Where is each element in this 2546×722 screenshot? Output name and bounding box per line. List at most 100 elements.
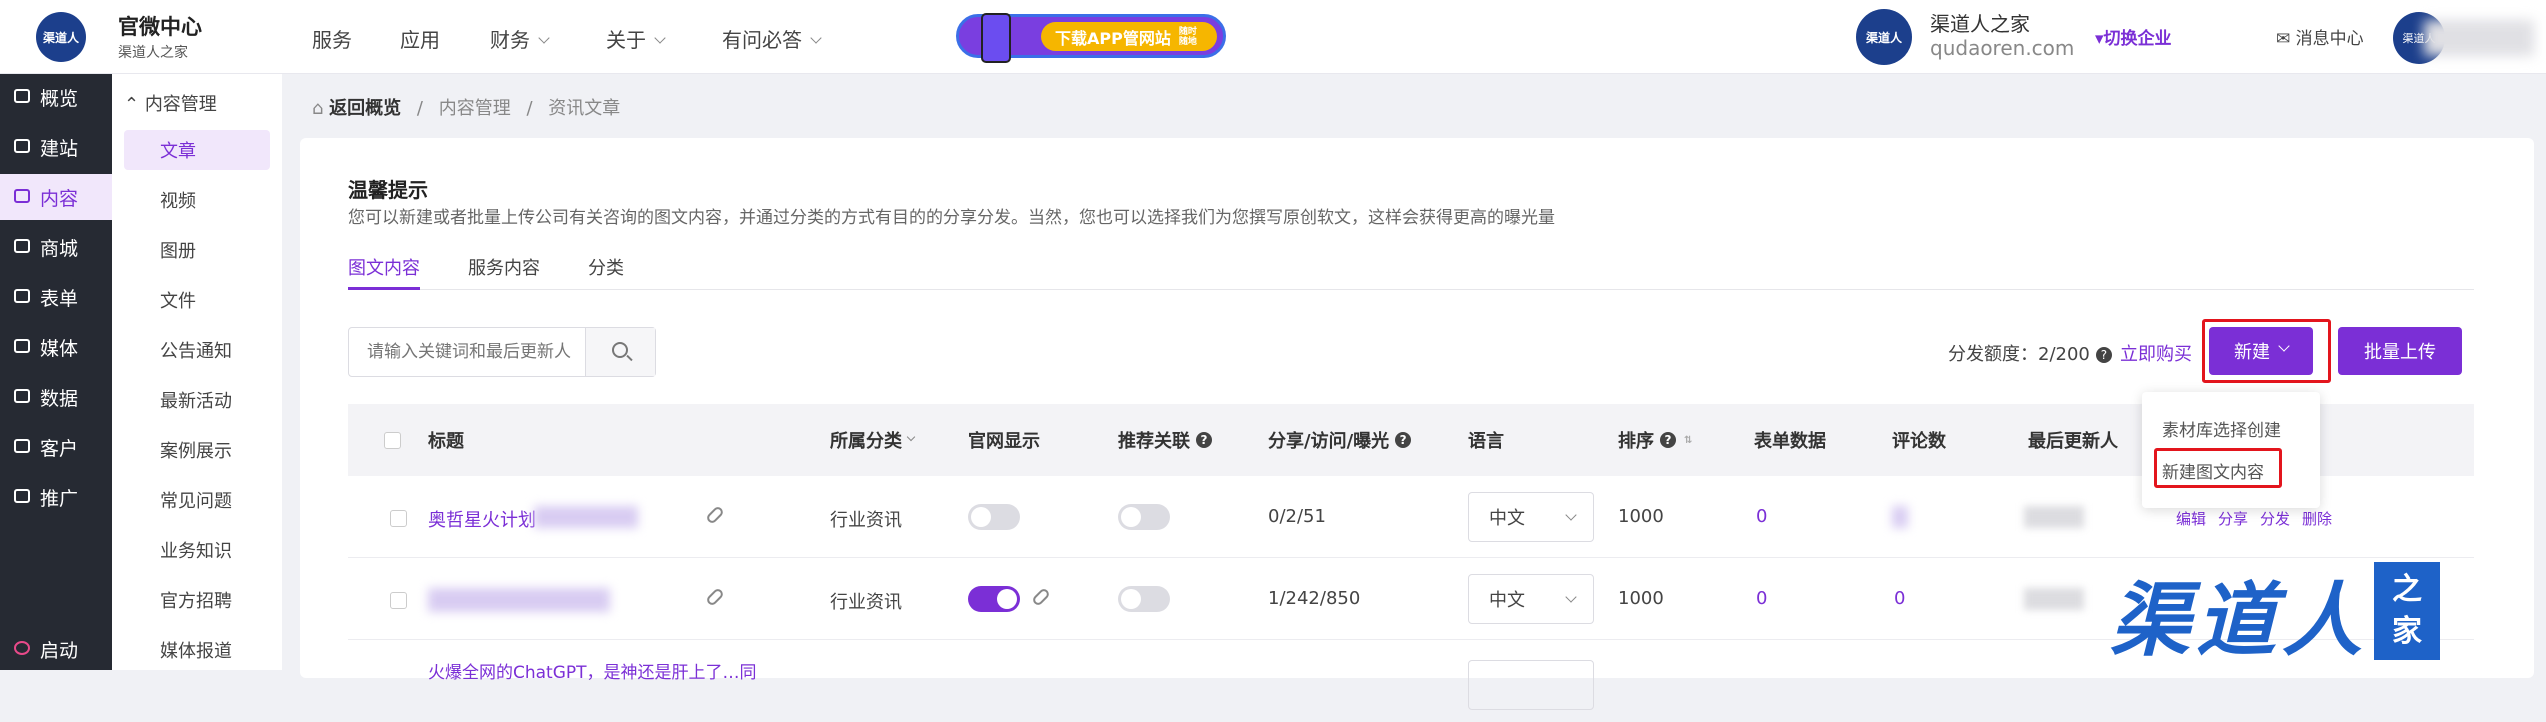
launch-button[interactable]: 启动: [0, 626, 112, 672]
row-checkbox[interactable]: [390, 592, 407, 609]
subnav-item-cases[interactable]: 案例展示: [124, 430, 270, 470]
watermark-text: 渠道人: [2110, 574, 2368, 667]
recommend-toggle[interactable]: [1118, 586, 1170, 612]
sidebar-item-overview[interactable]: 概览: [0, 74, 112, 120]
sidebar-item-shop[interactable]: 商城: [0, 224, 112, 270]
sidebar-item-forms[interactable]: 表单: [0, 274, 112, 320]
language-select[interactable]: 中文: [1468, 492, 1594, 542]
subnav-item-events[interactable]: 最新活动: [124, 380, 270, 420]
tab-rich-content[interactable]: 图文内容: [348, 254, 420, 280]
nav-finance[interactable]: 财务: [490, 24, 550, 53]
launch-label: 启动: [40, 639, 79, 662]
subnav-item-gallery[interactable]: 图册: [124, 230, 270, 270]
chevron-up-icon: ⌃: [124, 94, 145, 115]
chevron-down-icon: [654, 32, 666, 44]
mail-icon: ✉: [2276, 29, 2296, 49]
delete-link[interactable]: 删除: [2302, 510, 2332, 528]
content-subnav: ⌃ 内容管理 文章 视频 图册 文件 公告通知 最新活动 案例展示 常见问题 业…: [112, 74, 282, 670]
help-icon[interactable]: ?: [2095, 347, 2112, 363]
subnav-item-notices[interactable]: 公告通知: [124, 330, 270, 370]
sidebar-item-label: 内容: [40, 187, 79, 210]
highlight-box: [2154, 448, 2282, 488]
language-select[interactable]: 中文: [1468, 574, 1594, 624]
create-from-library-option[interactable]: 素材库选择创建: [2162, 416, 2281, 441]
link-icon[interactable]: [705, 505, 725, 525]
distribute-link[interactable]: 分发: [2260, 510, 2290, 528]
shop-icon: [14, 239, 30, 253]
nav-label: 服务: [312, 28, 352, 52]
home-icon: [14, 139, 30, 153]
row-title[interactable]: 火爆全网的ChatGPT，是神还是肝上了…同: [428, 658, 757, 683]
sidebar-item-promotion[interactable]: 推广: [0, 474, 112, 520]
share-link[interactable]: 分享: [2218, 510, 2248, 528]
switch-company-button[interactable]: ▾切换企业: [2095, 24, 2172, 49]
subnav-header[interactable]: ⌃ 内容管理: [124, 90, 217, 116]
nav-label: 关于: [606, 28, 646, 52]
sidebar-item-customers[interactable]: 客户: [0, 424, 112, 470]
breadcrumb-content-management[interactable]: 内容管理: [439, 98, 511, 119]
link-icon[interactable]: [1031, 587, 1051, 607]
search-box: [348, 327, 656, 377]
row-form-count[interactable]: 0: [1756, 588, 1767, 609]
link-icon[interactable]: [705, 587, 725, 607]
th-comments: 评论数: [1892, 431, 1946, 452]
redacted-title: [428, 588, 610, 612]
th-language: 语言: [1468, 431, 1504, 452]
help-icon[interactable]: ?: [1660, 432, 1676, 448]
back-to-overview-link[interactable]: 返回概览: [329, 98, 401, 119]
phone-icon: [981, 13, 1011, 63]
site-display-toggle[interactable]: [968, 504, 1020, 530]
th-last-updated-by: 最后更新人: [2028, 431, 2118, 452]
subnav-item-jobs[interactable]: 官方招聘: [124, 580, 270, 620]
tab-category[interactable]: 分类: [588, 254, 624, 280]
row-comment-count[interactable]: 0: [1894, 588, 1905, 609]
message-center-button[interactable]: ✉ 消息中心: [2276, 24, 2364, 49]
search-input[interactable]: [349, 328, 585, 376]
nav-faq[interactable]: 有问必答: [722, 24, 822, 53]
edit-link[interactable]: 编辑: [2176, 510, 2206, 528]
search-button[interactable]: [585, 328, 655, 376]
subnav-item-article[interactable]: 文章: [124, 130, 270, 170]
row-form-count[interactable]: 0: [1756, 506, 1767, 527]
help-icon[interactable]: ?: [1196, 432, 1212, 448]
th-sort[interactable]: 排序? ⇅: [1618, 404, 1692, 476]
row-stats: 1/242/850: [1268, 588, 1361, 609]
select-all-checkbox[interactable]: [384, 432, 401, 449]
th-form-data: 表单数据: [1754, 431, 1826, 452]
row-checkbox[interactable]: [390, 510, 407, 527]
buy-now-link[interactable]: 立即购买: [2120, 340, 2192, 366]
search-icon-handle: [626, 354, 633, 362]
sidebar-item-data[interactable]: 数据: [0, 374, 112, 420]
th-stats-label: 分享/访问/曝光: [1268, 431, 1390, 452]
nav-apps[interactable]: 应用: [400, 24, 440, 53]
watermark-box: 之 家: [2374, 562, 2440, 660]
subnav-item-files[interactable]: 文件: [124, 280, 270, 320]
th-category[interactable]: 所属分类: [830, 404, 916, 476]
brand-logo[interactable]: 渠道人: [36, 12, 86, 62]
sidebar-item-label: 媒体: [40, 337, 79, 360]
sidebar-item-media[interactable]: 媒体: [0, 324, 112, 370]
row-title[interactable]: 奥哲星火计划: [428, 506, 536, 532]
chevron-down-icon: [810, 32, 822, 44]
nav-services[interactable]: 服务: [312, 24, 352, 53]
document-icon: [14, 189, 30, 203]
language-select[interactable]: [1468, 660, 1594, 710]
site-display-toggle[interactable]: [968, 586, 1020, 612]
brand-subtitle: 渠道人之家: [118, 45, 188, 61]
recommend-toggle[interactable]: [1118, 504, 1170, 530]
sidebar-item-site[interactable]: 建站: [0, 124, 112, 170]
nav-about[interactable]: 关于: [606, 24, 666, 53]
subnav-item-knowledge[interactable]: 业务知识: [124, 530, 270, 570]
banner-text: 下载APP管网站: [1055, 28, 1171, 48]
subnav-item-video[interactable]: 视频: [124, 180, 270, 220]
distribution-quota: 分发额度：2/200?: [1948, 340, 2112, 366]
help-icon[interactable]: ?: [1395, 432, 1412, 448]
subnav-item-press[interactable]: 媒体报道: [124, 630, 270, 670]
sidebar-item-content[interactable]: 内容: [0, 174, 112, 220]
batch-upload-button[interactable]: 批量上传: [2338, 327, 2462, 375]
tab-service-content[interactable]: 服务内容: [468, 254, 540, 280]
download-app-banner[interactable]: 下载APP管网站 随时随地: [956, 13, 1226, 63]
subnav-item-faq[interactable]: 常见问题: [124, 480, 270, 520]
company-name: 渠道人之家: [1930, 12, 2030, 36]
tip-title: 温馨提示: [348, 178, 428, 202]
